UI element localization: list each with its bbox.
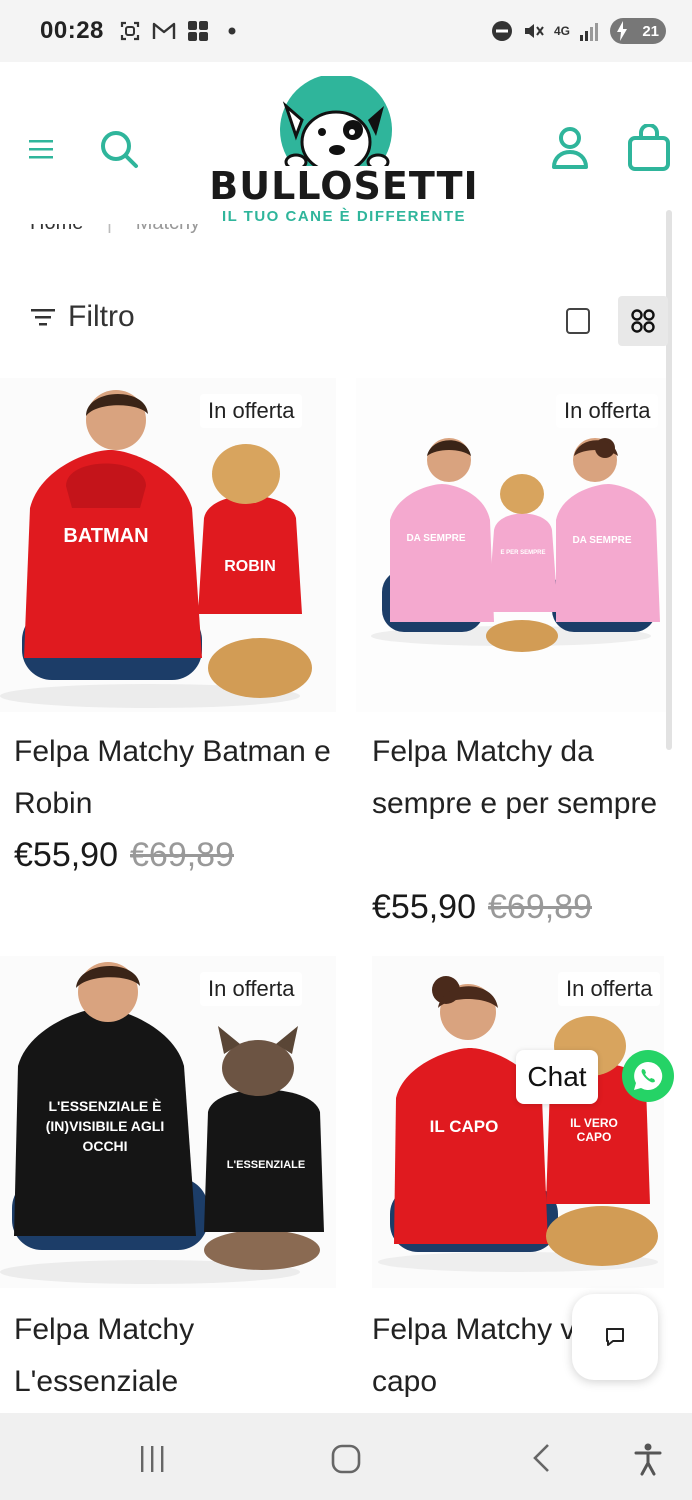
- site-header: BULLOSETTI IL TUO CANE È DIFFERENTE: [0, 62, 692, 232]
- back-icon[interactable]: [524, 1441, 558, 1475]
- filter-label: Filtro: [68, 300, 135, 333]
- system-nav-bar: [0, 1413, 692, 1500]
- brand-name: BULLOSETTI: [209, 164, 479, 208]
- account-icon[interactable]: [546, 124, 594, 172]
- breadcrumb-separator: |: [107, 224, 112, 235]
- status-bar: 00:28 4G 21: [0, 0, 692, 62]
- product-image[interactable]: DA SEMPRE E PER SEMPRE DA SEMPRE In offe…: [356, 378, 666, 712]
- accessibility-icon[interactable]: [630, 1441, 666, 1477]
- product-old-price: €69,89: [488, 888, 592, 926]
- status-time: 00:28: [40, 17, 104, 44]
- breadcrumb-home[interactable]: Home: [30, 224, 83, 235]
- image-text: IL CAPO: [430, 1117, 499, 1136]
- sale-badge: In offerta: [200, 394, 303, 428]
- dnd-icon: [490, 19, 514, 43]
- product-image[interactable]: IL CAPO IL VERO CAPO In offerta: [372, 956, 664, 1288]
- whatsapp-icon[interactable]: [622, 1050, 674, 1102]
- filter-bar: Filtro: [0, 290, 692, 352]
- image-text: DA SEMPRE: [572, 535, 631, 546]
- image-text: L'ESSENZIALE È (IN)VISIBILE AGLI OCCHI: [45, 1098, 165, 1154]
- home-icon[interactable]: [328, 1441, 364, 1477]
- screenshot-icon: [118, 19, 142, 43]
- product-title[interactable]: Felpa Matchy L'essenziale: [14, 1304, 334, 1408]
- breadcrumb-current: Matchy: [136, 224, 200, 235]
- product-old-price: €69,89: [130, 836, 234, 874]
- network-type: 4G: [553, 23, 570, 38]
- brand-logo[interactable]: BULLOSETTI IL TUO CANE È DIFFERENTE: [206, 76, 482, 226]
- product-price: €55,90: [14, 836, 118, 874]
- chat-widget-button[interactable]: [572, 1294, 658, 1380]
- product-image[interactable]: BATMAN ROBIN In offerta: [0, 378, 336, 712]
- app-icon: [186, 19, 210, 43]
- image-text: E PER SEMPRE: [500, 550, 545, 556]
- mute-icon: [522, 19, 546, 43]
- image-text: ROBIN: [224, 558, 276, 575]
- sale-badge: In offerta: [200, 972, 303, 1006]
- chat-bubble-icon: [606, 1328, 624, 1346]
- grid-view-toggle[interactable]: [618, 296, 668, 346]
- gmail-icon: [152, 19, 176, 43]
- cart-icon[interactable]: [624, 122, 674, 174]
- product-title[interactable]: Felpa Matchy Batman e Robin: [14, 726, 334, 830]
- brand-tagline: IL TUO CANE È DIFFERENTE: [221, 208, 467, 225]
- sale-badge: In offerta: [558, 972, 661, 1006]
- image-text: IL VERO CAPO: [570, 1116, 618, 1144]
- breadcrumb: Home | Matchy: [30, 224, 200, 244]
- menu-icon[interactable]: [20, 128, 62, 170]
- signal-icon: [578, 19, 602, 43]
- product-title[interactable]: Felpa Matchy da sempre e per sempre: [372, 726, 692, 830]
- single-view-toggle[interactable]: [566, 308, 590, 334]
- search-icon[interactable]: [96, 126, 142, 172]
- filter-icon: [31, 309, 55, 326]
- product-card[interactable]: BATMAN ROBIN In offerta Felpa Matchy Bat…: [0, 378, 336, 918]
- sale-badge: In offerta: [556, 394, 659, 428]
- recent-apps-icon[interactable]: [136, 1441, 170, 1475]
- grid-icon: [631, 309, 655, 333]
- image-text: DA SEMPRE: [406, 533, 465, 544]
- product-image[interactable]: L'ESSENZIALE È (IN)VISIBILE AGLI OCCHI L…: [0, 956, 336, 1288]
- chat-label-button[interactable]: Chat: [516, 1050, 598, 1104]
- image-text: BATMAN: [63, 525, 148, 547]
- image-text: L'ESSENZIALE: [227, 1159, 305, 1171]
- battery-icon: 21: [610, 18, 666, 44]
- product-card[interactable]: DA SEMPRE E PER SEMPRE DA SEMPRE In offe…: [356, 378, 692, 938]
- product-price: €55,90: [372, 888, 476, 926]
- filter-button[interactable]: Filtro: [30, 300, 135, 334]
- battery-level: 21: [642, 22, 659, 40]
- product-card[interactable]: L'ESSENZIALE È (IN)VISIBILE AGLI OCCHI L…: [0, 956, 336, 1413]
- dot-icon: [220, 19, 244, 43]
